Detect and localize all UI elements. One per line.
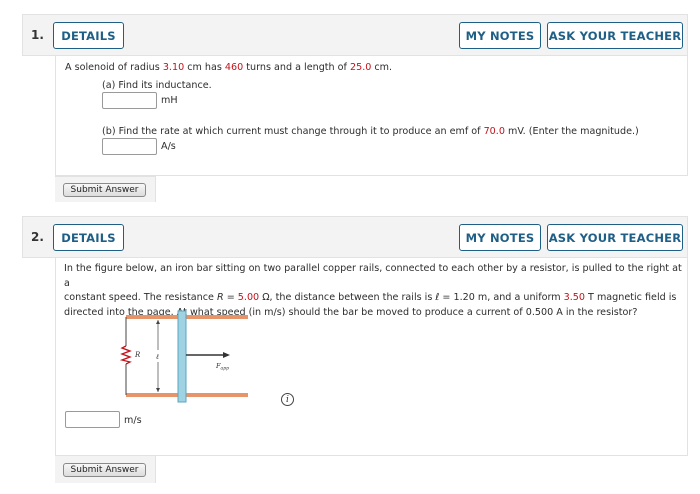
- turns-value: 460: [224, 62, 244, 73]
- radius-value: 3.10: [162, 62, 185, 73]
- resistor: [119, 345, 132, 365]
- speed-unit: m/s: [124, 415, 142, 426]
- speed-input[interactable]: [65, 411, 120, 428]
- part-a-prompt: (a) Find its inductance.: [102, 80, 212, 91]
- iron-bar: [177, 310, 187, 403]
- bottom-rail: [126, 393, 248, 397]
- resistance-value: 5.00: [237, 292, 260, 304]
- details-button[interactable]: DETAILS: [53, 22, 124, 49]
- force-label: Fapp: [215, 362, 229, 372]
- info-icon[interactable]: i: [281, 393, 294, 406]
- question-1-prompt: A solenoid of radius 3.10 cm has 460 tur…: [65, 62, 393, 73]
- details-button[interactable]: DETAILS: [53, 224, 124, 251]
- top-rail: [126, 315, 248, 319]
- resistor-label: R: [134, 351, 141, 359]
- submit-answer-button[interactable]: Submit Answer: [63, 183, 146, 197]
- question-2-header: 2. DETAILS MY NOTES ASK YOUR TEACHER: [22, 216, 688, 258]
- question-number: 1.: [31, 28, 44, 42]
- my-notes-button[interactable]: MY NOTES: [459, 224, 541, 251]
- ask-teacher-button[interactable]: ASK YOUR TEACHER: [547, 224, 683, 251]
- field-value: 3.50: [563, 292, 585, 304]
- question-number: 2.: [31, 230, 44, 244]
- my-notes-button[interactable]: MY NOTES: [459, 22, 541, 49]
- question-1-header: 1. DETAILS MY NOTES ASK YOUR TEACHER: [22, 14, 688, 56]
- length-label: ℓ: [155, 353, 159, 361]
- submit-area: Submit Answer: [55, 176, 156, 202]
- submit-answer-button[interactable]: Submit Answer: [63, 463, 146, 477]
- ask-teacher-button[interactable]: ASK YOUR TEACHER: [547, 22, 683, 49]
- part-b-prompt: (b) Find the rate at which current must …: [102, 126, 639, 137]
- submit-area: Submit Answer: [55, 455, 156, 483]
- question-1-body: A solenoid of radius 3.10 cm has 460 tur…: [55, 56, 688, 176]
- current-rate-unit: A/s: [161, 141, 176, 152]
- inductance-unit: mH: [161, 95, 178, 106]
- emf-value: 70.0: [483, 126, 505, 137]
- current-rate-input[interactable]: [102, 138, 157, 155]
- inductance-input[interactable]: [102, 92, 157, 109]
- length-value: 25.0: [349, 62, 372, 73]
- rail-circuit-figure: R ℓ Fapp: [119, 310, 248, 403]
